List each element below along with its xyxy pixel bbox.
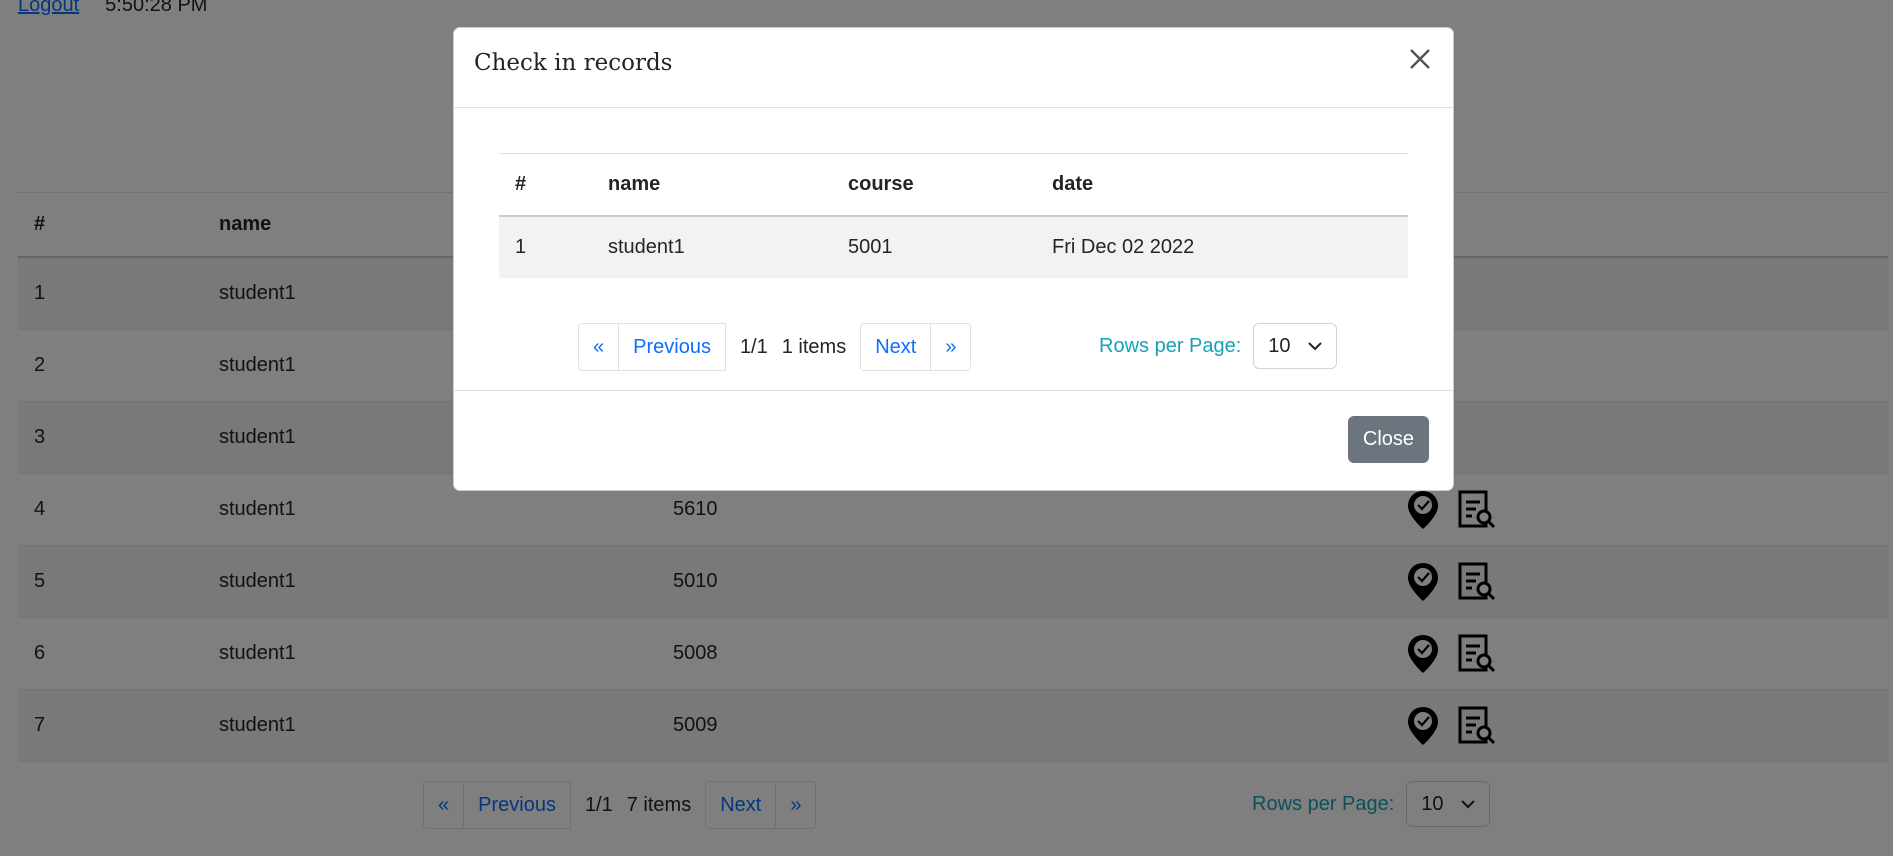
rows-per-page-label: Rows per Page: (1099, 334, 1242, 357)
modal-pagination: « Previous 1/1 1 items Next » (578, 323, 972, 371)
last-page-button[interactable]: » (931, 323, 972, 371)
header-course: course (832, 153, 1036, 217)
modal-header: Check in records (454, 28, 1453, 108)
chevron-down-icon (1308, 342, 1323, 351)
item-count: 1 items (781, 335, 847, 358)
cell-course: 5001 (832, 216, 1036, 278)
next-page-button[interactable]: Next (860, 323, 932, 371)
table-header-row: # name course date (499, 153, 1408, 217)
check-in-records-modal: Check in records # name course date 1 st… (453, 27, 1454, 491)
cell-date: Fri Dec 02 2022 (1036, 216, 1408, 278)
header-date: date (1036, 153, 1408, 217)
page: Logout 5:50:28 PM # name course 1 studen… (0, 0, 1893, 856)
modal-title: Check in records (474, 50, 673, 76)
cell-name: student1 (592, 216, 832, 278)
rows-per-page-value: 10 (1268, 334, 1291, 357)
close-icon[interactable] (1403, 42, 1437, 76)
close-button[interactable]: Close (1348, 416, 1429, 463)
page-indicator: 1/1 (739, 335, 768, 358)
rows-per-page-select[interactable]: 10 (1253, 323, 1338, 369)
modal-footer: Close (454, 390, 1453, 491)
header-index: # (499, 153, 592, 217)
table-row: 1 student1 5001 Fri Dec 02 2022 (499, 216, 1408, 278)
previous-page-button[interactable]: Previous (619, 323, 726, 371)
header-name: name (592, 153, 832, 217)
check-in-table: # name course date 1 student1 5001 Fri D… (499, 153, 1408, 278)
modal-rows-per-page: Rows per Page: 10 (1099, 323, 1338, 369)
cell-index: 1 (499, 216, 592, 278)
first-page-button[interactable]: « (578, 323, 620, 371)
